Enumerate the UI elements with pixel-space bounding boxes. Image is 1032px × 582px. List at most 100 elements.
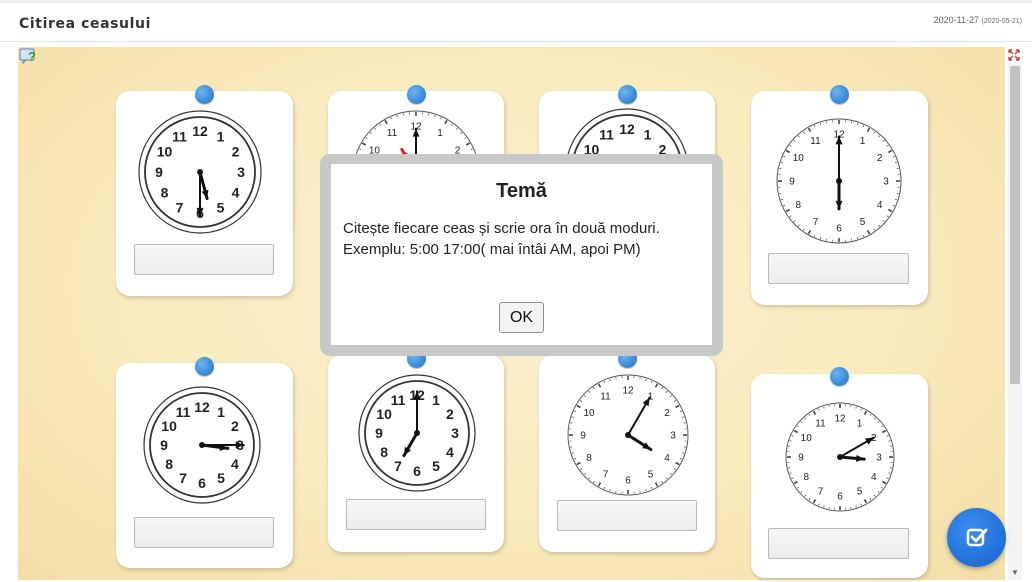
clock-numeral: 8 [586, 453, 592, 464]
clock-numeral: 7 [394, 458, 402, 474]
clock-numeral: 4 [664, 453, 670, 464]
clock-center [197, 169, 203, 175]
answer-input[interactable] [134, 517, 274, 548]
clock-center [414, 430, 420, 436]
clock-numeral: 10 [157, 144, 173, 160]
clock-face: 121234567891011 [358, 374, 476, 492]
dialog-title: Temă [496, 180, 547, 202]
clock-face: 121234567891011 [785, 402, 895, 512]
clock-numeral: 4 [871, 472, 877, 483]
scrollbar-thumb[interactable] [1010, 66, 1020, 384]
clock-numeral: 5 [857, 486, 863, 497]
clock-center [199, 442, 205, 448]
clock-numeral: 5 [860, 217, 866, 228]
answer-input[interactable] [557, 500, 697, 531]
header-bar: Citirea ceasului 2020-11-27 (2020-05-21) [0, 0, 1032, 42]
clock-numeral: 6 [198, 475, 206, 491]
clock-numeral: 3 [883, 177, 889, 188]
clock-numeral: 11 [599, 126, 614, 142]
help-icon[interactable]: ? [19, 47, 37, 65]
dialog-body: Citește fiecare ceas și scrie ora în dou… [343, 218, 703, 260]
clock-numeral: 11 [172, 128, 187, 144]
clock-numeral: 7 [176, 200, 184, 216]
date-value: 2020-11-27 [933, 15, 980, 25]
clock-face: 121234567891011 [776, 118, 902, 244]
clock-numeral: 7 [813, 217, 819, 228]
clock-numeral: 4 [877, 200, 883, 211]
clock-numeral: 9 [155, 164, 163, 180]
date-label: 2020-11-27 (2020-05-21) [934, 15, 1022, 25]
clock-numeral: 11 [815, 419, 826, 430]
clock-numeral: 7 [818, 486, 824, 497]
clock-numeral: 6 [836, 224, 842, 235]
clock-numeral: 9 [789, 177, 795, 188]
clock-numeral: 12 [192, 123, 208, 139]
pin-icon [195, 85, 214, 104]
clock-numeral: 1 [860, 136, 866, 147]
clock-numeral: 3 [876, 453, 882, 464]
clock-numeral: 10 [161, 418, 177, 434]
clock-numeral: 7 [179, 470, 187, 486]
clock-numeral: 6 [413, 463, 421, 479]
clock-numeral: 2 [232, 144, 240, 160]
ok-button[interactable]: OK [499, 302, 544, 333]
clock-numeral: 5 [217, 200, 225, 216]
clock-numeral: 5 [648, 469, 654, 480]
clock-numeral: 1 [644, 126, 652, 142]
date-small: (2020-05-21) [981, 18, 1022, 25]
dialog-text-line2: Exemplu: 5:00 17:00( mai întâi AM, apoi … [343, 241, 641, 258]
clock-numeral: 10 [583, 408, 595, 419]
clock-numeral: 11 [600, 392, 611, 403]
clock-numeral: 6 [837, 492, 843, 503]
answer-input[interactable] [768, 253, 909, 284]
clock-numeral: 10 [801, 433, 813, 444]
clock-numeral: 11 [391, 392, 406, 408]
clock-numeral: 8 [380, 444, 388, 460]
clock-numeral: 2 [877, 153, 883, 164]
svg-text:?: ? [28, 49, 36, 64]
clock-numeral: 9 [160, 437, 168, 453]
clock-numeral: 1 [432, 392, 440, 408]
clock-numeral: 5 [217, 470, 225, 486]
clock-numeral: 1 [437, 128, 443, 139]
pin-icon [830, 85, 849, 104]
clock-numeral: 6 [625, 476, 631, 487]
clock-numeral: 10 [793, 153, 805, 164]
answer-input[interactable] [134, 244, 274, 275]
fullscreen-icon[interactable] [1008, 49, 1020, 61]
clock-numeral: 11 [387, 128, 398, 139]
clock-center [837, 454, 843, 460]
clock-numeral: 8 [803, 472, 809, 483]
clock-numeral: 8 [165, 456, 173, 472]
clock-numeral: 12 [194, 399, 210, 415]
clock-numeral: 8 [796, 200, 802, 211]
clock-numeral: 11 [176, 404, 191, 420]
clock-numeral: 4 [232, 185, 240, 201]
clock-numeral: 3 [451, 425, 459, 441]
scroll-down-arrow[interactable]: ▼ [1010, 568, 1020, 578]
pin-icon [830, 367, 849, 386]
clock-numeral: 2 [231, 418, 239, 434]
clock-numeral: 1 [857, 419, 863, 430]
clock-numeral: 9 [375, 425, 383, 441]
clock-numeral: 10 [376, 406, 392, 422]
clock-numeral: 12 [622, 386, 634, 397]
check-answers-button[interactable] [947, 508, 1006, 567]
top-divider [0, 0, 1032, 3]
pin-icon [618, 85, 637, 104]
check-icon [966, 528, 988, 547]
clock-face: 121234567891011 [138, 110, 262, 234]
answer-input[interactable] [768, 528, 909, 559]
dialog-text-line1: Citește fiecare ceas și scrie ora în dou… [343, 220, 660, 237]
clock-numeral: 5 [432, 458, 440, 474]
answer-input[interactable] [346, 499, 486, 530]
clock-numeral: 3 [237, 164, 245, 180]
clock-face: 121234567891011 [567, 374, 689, 496]
clock-numeral: 8 [161, 185, 169, 201]
clock-numeral: 4 [446, 444, 454, 460]
clock-numeral: 2 [446, 406, 454, 422]
clock-numeral: 12 [619, 121, 635, 137]
pin-icon [407, 85, 426, 104]
clock-center [625, 432, 631, 438]
page-title: Citirea ceasului [19, 16, 151, 32]
